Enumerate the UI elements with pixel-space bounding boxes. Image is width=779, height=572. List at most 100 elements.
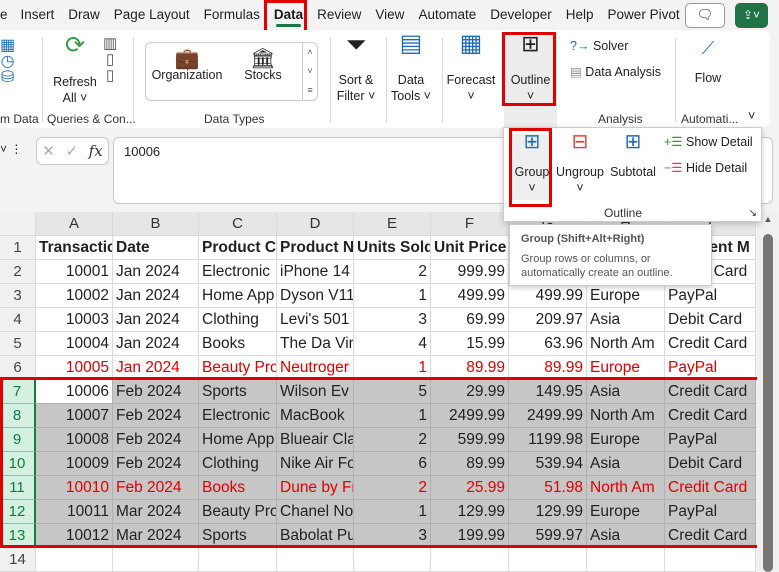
cell[interactable]: 10007 [36,404,113,428]
header-cell[interactable]: Units Sold [354,236,431,260]
tab-view[interactable]: View [368,0,411,30]
cell[interactable]: Home App [199,428,277,452]
tab-data[interactable]: Data [267,0,310,30]
group-button[interactable]: ⊞ Group ˅ [512,132,552,200]
name-box-dropdown[interactable]: ˅ ⋮ [0,142,22,156]
cell[interactable]: North Am [587,476,665,500]
cell[interactable]: 1 [354,284,431,308]
cell[interactable]: Jan 2024 [113,308,199,332]
cell[interactable]: 5 [354,380,431,404]
cell[interactable]: Feb 2024 [113,404,199,428]
cell[interactable]: Feb 2024 [113,428,199,452]
cell[interactable]: PayPal [665,500,756,524]
cell[interactable]: Credit Card [665,404,756,428]
cell[interactable]: 10004 [36,332,113,356]
cell[interactable]: 6 [354,452,431,476]
cell[interactable]: Electronic [199,404,277,428]
cell[interactable]: Levi's 501 [277,308,354,332]
cell[interactable]: Chanel No [277,500,354,524]
tab-draw[interactable]: Draw [61,0,107,30]
cell[interactable]: Jan 2024 [113,356,199,380]
cell[interactable]: Feb 2024 [113,476,199,500]
enter-icon[interactable]: ✓ [65,142,78,160]
tab-insert[interactable]: Insert [14,0,62,30]
cell[interactable]: Feb 2024 [113,452,199,476]
cell[interactable]: 2499.99 [509,404,587,428]
cell[interactable]: 3 [354,524,431,548]
cell[interactable]: 10001 [36,260,113,284]
cell[interactable]: Dune by Fr [277,476,354,500]
cell[interactable]: 599.99 [431,428,509,452]
tab-e[interactable]: e [0,0,14,30]
get-data-icons[interactable]: ▦ ◷ ⛁ [0,38,15,86]
cell[interactable]: 29.99 [431,380,509,404]
cell[interactable]: Sports [199,524,277,548]
cell[interactable]: 69.99 [431,308,509,332]
cell[interactable]: iPhone 14 [277,260,354,284]
cell[interactable]: Europe [587,356,665,380]
row-header[interactable]: 14 [0,548,36,572]
cell[interactable] [431,548,509,572]
header-cell[interactable]: Unit Price [431,236,509,260]
cell[interactable]: Babolat Pu [277,524,354,548]
column-header-B[interactable]: B [113,212,199,236]
cell[interactable] [277,548,354,572]
cell[interactable]: Feb 2024 [113,380,199,404]
cell[interactable]: Credit Card [665,524,756,548]
comments-button[interactable]: 🗨 [685,3,725,28]
cell[interactable]: 2 [354,476,431,500]
cell[interactable]: Beauty Pro [199,356,277,380]
cell[interactable]: 10012 [36,524,113,548]
cell[interactable]: Clothing [199,308,277,332]
cell[interactable]: Electronic [199,260,277,284]
cell[interactable]: Asia [587,308,665,332]
gallery-scroll[interactable]: ˄ ˅ ≡ [302,43,317,100]
tab-formulas[interactable]: Formulas [197,0,267,30]
cell[interactable]: 999.99 [431,260,509,284]
cell[interactable]: Sports [199,380,277,404]
cell[interactable]: Mar 2024 [113,500,199,524]
cell[interactable]: Europe [587,284,665,308]
cell[interactable]: Credit Card [665,332,756,356]
cell[interactable]: Wilson Ev [277,380,354,404]
cell[interactable]: Mar 2024 [113,524,199,548]
cell[interactable]: 10010 [36,476,113,500]
row-header[interactable]: 2 [0,260,36,284]
cell[interactable]: 51.98 [509,476,587,500]
cell[interactable]: 2 [354,428,431,452]
cell[interactable]: 1199.98 [509,428,587,452]
solver-button[interactable]: ?→ Solver [570,38,628,54]
share-button[interactable]: ⇪˅ [735,3,768,28]
cell[interactable]: MacBook [277,404,354,428]
cell[interactable]: PayPal [665,428,756,452]
tab-page-layout[interactable]: Page Layout [107,0,197,30]
cell[interactable] [509,548,587,572]
cell[interactable]: 539.94 [509,452,587,476]
fx-button[interactable]: fx [89,142,103,160]
organization-button[interactable]: 💼 Organization [150,49,224,83]
subtotal-button[interactable]: ⊞ Subtotal [610,132,656,180]
cell[interactable]: Beauty Pro [199,500,277,524]
row-header[interactable]: 13 [0,524,36,548]
row-header[interactable]: 1 [0,236,36,260]
cell[interactable]: North Am [587,404,665,428]
cell[interactable]: 10006 [36,380,113,404]
cell[interactable]: 1 [354,356,431,380]
cell[interactable]: 4 [354,332,431,356]
show-detail-button[interactable]: +☰ Show Detail [664,134,753,150]
column-header-E[interactable]: E [354,212,431,236]
cell[interactable]: 199.99 [431,524,509,548]
tab-developer[interactable]: Developer [483,0,559,30]
cell[interactable]: 599.97 [509,524,587,548]
cell[interactable]: 1 [354,404,431,428]
column-header-D[interactable]: D [277,212,354,236]
row-header[interactable]: 12 [0,500,36,524]
header-cell[interactable]: Date [113,236,199,260]
cell[interactable]: 129.99 [509,500,587,524]
cell[interactable]: 10011 [36,500,113,524]
cell[interactable]: Asia [587,380,665,404]
collapse-ribbon-icon[interactable]: ˅ [748,108,755,124]
cell[interactable]: 499.99 [509,284,587,308]
cell[interactable]: PayPal [665,284,756,308]
row-header[interactable]: 10 [0,452,36,476]
